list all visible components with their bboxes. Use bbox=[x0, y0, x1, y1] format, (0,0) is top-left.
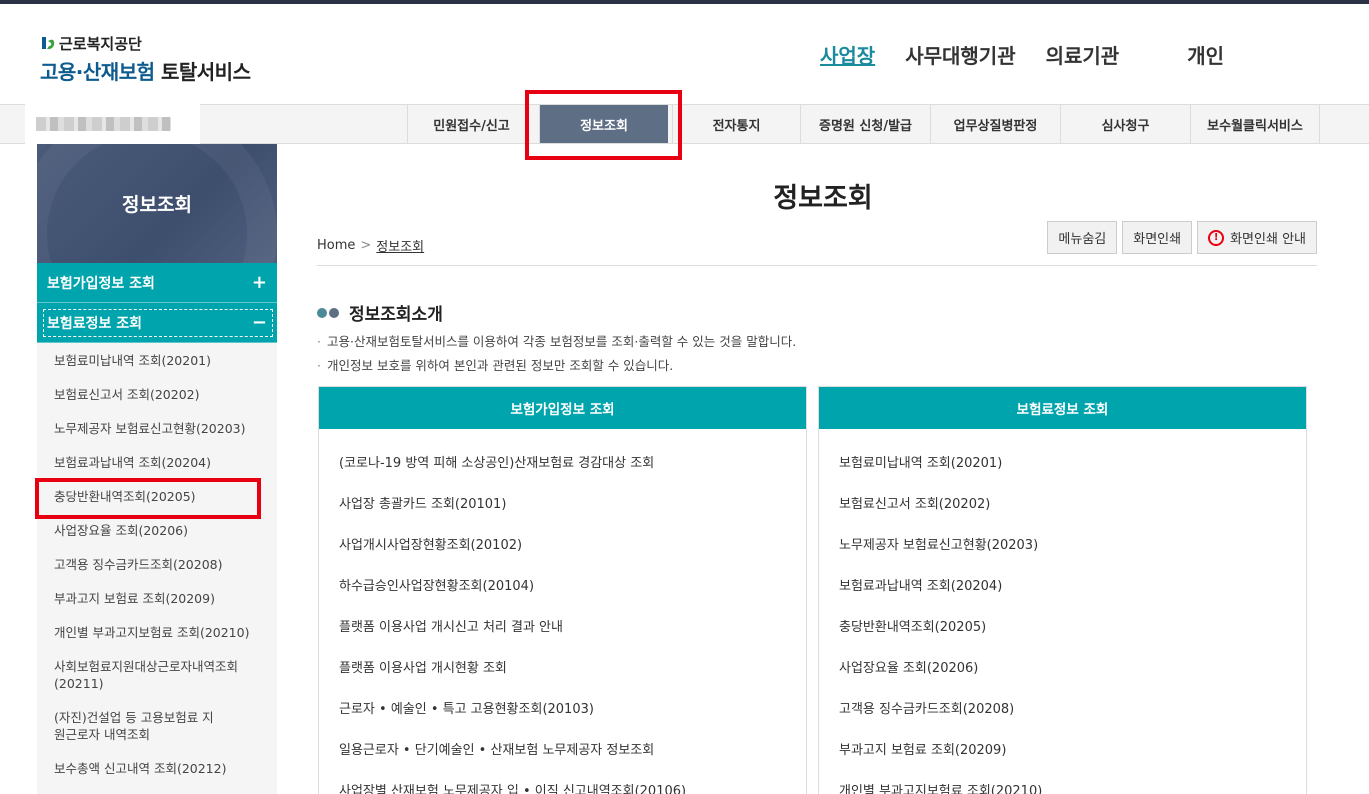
sidebar-item[interactable]: (자진)건설업 등 고용보험료 지원근로자 내역조회 bbox=[37, 709, 217, 743]
logo[interactable]: 근로복지공단 고용·산재보험 토탈서비스 bbox=[40, 34, 251, 85]
panel-link[interactable]: 보험료신고서 조회(20202) bbox=[839, 496, 1306, 537]
sidebar-section-premium[interactable]: 보험료정보 조회 − bbox=[37, 303, 277, 343]
panel-title: 보험료정보 조회 bbox=[819, 387, 1306, 429]
intro-heading: 정보조회소개 bbox=[317, 300, 443, 325]
menu-e-notice[interactable]: 전자통지 bbox=[672, 105, 800, 143]
logo-org-text: 근로복지공단 bbox=[59, 34, 142, 53]
highlight-box-menu bbox=[525, 90, 682, 160]
panel-link[interactable]: 보험료과납내역 조회(20204) bbox=[839, 578, 1306, 619]
breadcrumb-current[interactable]: 정보조회 bbox=[376, 236, 424, 255]
breadcrumb: Home > 정보조회 bbox=[317, 236, 424, 255]
sidebar-item[interactable]: 개인별 부과고지보험료 조회(20210) bbox=[37, 624, 277, 641]
highlight-box-sidebar bbox=[35, 478, 261, 519]
logo-title-sub: 토탈서비스 bbox=[160, 60, 251, 84]
sidebar-section-label: 보험가입정보 조회 bbox=[47, 275, 155, 292]
panel-link[interactable]: 근로자 • 예술인 • 특고 고용현황조회(20103) bbox=[339, 701, 806, 742]
logo-org: 근로복지공단 bbox=[40, 34, 250, 53]
user-name-redacted bbox=[36, 117, 171, 131]
hide-menu-button[interactable]: 메뉴숨김 bbox=[1047, 221, 1118, 254]
topnav-personal[interactable]: 개인 bbox=[1187, 40, 1224, 69]
panel-link[interactable]: 고객용 징수금카드조회(20208) bbox=[839, 701, 1306, 742]
top-nav: 사업장 사무대행기관 의료기관 개인 bbox=[820, 40, 1254, 69]
expand-icon: + bbox=[251, 272, 267, 293]
sidebar-item[interactable]: 보험료과납내역 조회(20204) bbox=[37, 454, 277, 471]
topnav-agency[interactable]: 사무대행기관 bbox=[905, 40, 1015, 69]
menu-wage-click[interactable]: 보수월클릭서비스 bbox=[1190, 105, 1320, 143]
sidebar-item[interactable]: 보수총액 신고내역 조회(20212) bbox=[37, 760, 277, 777]
intro-heading-text: 정보조회소개 bbox=[349, 305, 443, 325]
divider bbox=[317, 265, 1317, 266]
panel-insurance-join: 보험가입정보 조회 (코로나-19 방역 피해 소상공인)산재보험료 경감대상 … bbox=[318, 386, 807, 794]
sidebar: 정보조회 보험가입정보 조회 + 보험료정보 조회 − 보험료미납내역 조회(2… bbox=[37, 144, 277, 794]
panel-link[interactable]: 개인별 부과고지보험료 조회(20210) bbox=[839, 783, 1306, 794]
sidebar-section-insurance-join[interactable]: 보험가입정보 조회 + bbox=[37, 263, 277, 303]
panel-link[interactable]: 일용근로자 • 단기예술인 • 산재보험 노무제공자 정보조회 bbox=[339, 742, 806, 783]
print-guide-button[interactable]: ! 화면인쇄 안내 bbox=[1197, 221, 1317, 254]
sidebar-item[interactable]: 보험료미납내역 조회(20201) bbox=[37, 352, 277, 369]
menu-complaint[interactable]: 민원접수/신고 bbox=[407, 105, 535, 143]
sidebar-item[interactable]: 사업장요율 조회(20206) bbox=[37, 522, 277, 539]
panel-link[interactable]: 사업장 총괄카드 조회(20101) bbox=[339, 496, 806, 537]
logo-title: 고용·산재보험 토탈서비스 bbox=[40, 56, 251, 85]
sidebar-list: 보험료미납내역 조회(20201) 보험료신고서 조회(20202) 노무제공자… bbox=[37, 343, 277, 777]
breadcrumb-separator-icon: > bbox=[360, 238, 372, 253]
menu-certificate[interactable]: 증명원 신청/발급 bbox=[800, 105, 930, 143]
top-border bbox=[0, 0, 1369, 4]
warning-icon: ! bbox=[1208, 229, 1225, 246]
sidebar-item[interactable]: 보험료신고서 조회(20202) bbox=[37, 386, 277, 403]
page-tools: 메뉴숨김 화면인쇄 ! 화면인쇄 안내 bbox=[1042, 221, 1317, 254]
page-title: 정보조회 bbox=[773, 183, 873, 214]
panel-link[interactable]: 충당반환내역조회(20205) bbox=[839, 619, 1306, 660]
sidebar-header: 정보조회 bbox=[37, 144, 277, 263]
user-info bbox=[25, 104, 200, 144]
intro-line: 개인정보 보호를 위하여 본인과 관련된 정보만 조회할 수 있습니다. bbox=[317, 355, 673, 374]
menu-review-request[interactable]: 심사청구 bbox=[1060, 105, 1190, 143]
topnav-business[interactable]: 사업장 bbox=[820, 40, 875, 69]
panel-link[interactable]: 사업장별 산재보험 노무제공자 입 • 이직 신고내역조회(20106) bbox=[339, 783, 806, 794]
print-guide-label: 화면인쇄 안내 bbox=[1230, 232, 1306, 247]
logo-title-main: 고용·산재보험 bbox=[40, 60, 155, 84]
print-button[interactable]: 화면인쇄 bbox=[1122, 221, 1193, 254]
panel-title: 보험가입정보 조회 bbox=[319, 387, 806, 429]
logo-mark-icon bbox=[42, 37, 55, 50]
panel-link[interactable]: 노무제공자 보험료신고현황(20203) bbox=[839, 537, 1306, 578]
sidebar-item[interactable]: 노무제공자 보험료신고현황(20203) bbox=[37, 420, 277, 437]
breadcrumb-home[interactable]: Home bbox=[317, 238, 355, 253]
panel-link[interactable]: 하수급승인사업장현황조회(20104) bbox=[339, 578, 806, 619]
panel-link[interactable]: 부과고지 보험료 조회(20209) bbox=[839, 742, 1306, 783]
panel-link[interactable]: 플랫폼 이용사업 개시신고 처리 결과 안내 bbox=[339, 619, 806, 660]
menu-disease-judgment[interactable]: 업무상질병판정 bbox=[930, 105, 1060, 143]
main-menu-bar: 민원접수/신고 정보조회 전자통지 증명원 신청/발급 업무상질병판정 심사청구… bbox=[0, 104, 1369, 144]
sidebar-item[interactable]: 고객용 징수금카드조회(20208) bbox=[37, 556, 277, 573]
panel-link[interactable]: 보험료미납내역 조회(20201) bbox=[839, 455, 1306, 496]
sidebar-item[interactable]: 사회보험료지원대상근로자내역조회(20211) bbox=[37, 658, 252, 692]
panel-link[interactable]: 사업개시사업장현황조회(20102) bbox=[339, 537, 806, 578]
intro-line: 고용·산재보험토탈서비스를 이용하여 각종 보험정보를 조회·출력할 수 있는 … bbox=[317, 331, 796, 350]
topnav-medical[interactable]: 의료기관 bbox=[1046, 40, 1120, 69]
sidebar-item[interactable]: 부과고지 보험료 조회(20209) bbox=[37, 590, 277, 607]
panel-link[interactable]: 사업장요율 조회(20206) bbox=[839, 660, 1306, 701]
panel-link[interactable]: 플랫폼 이용사업 개시현황 조회 bbox=[339, 660, 806, 701]
panel-link[interactable]: (코로나-19 방역 피해 소상공인)산재보험료 경감대상 조회 bbox=[339, 455, 806, 496]
bullet-dots-icon bbox=[317, 307, 341, 318]
sidebar-title: 정보조회 bbox=[122, 194, 192, 216]
panel-premium: 보험료정보 조회 보험료미납내역 조회(20201) 보험료신고서 조회(202… bbox=[818, 386, 1307, 794]
